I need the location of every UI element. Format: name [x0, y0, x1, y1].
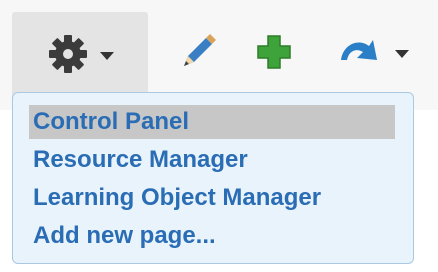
settings-dropdown-menu: Control Panel Resource Manager Learning … [12, 92, 414, 264]
chevron-down-icon [100, 52, 114, 60]
redo-dropdown-button[interactable] [322, 14, 422, 94]
settings-dropdown-button[interactable] [12, 12, 148, 100]
pencil-icon [176, 30, 220, 79]
menu-item-control-panel[interactable]: Control Panel [29, 105, 395, 139]
menu-item-resource-manager[interactable]: Resource Manager [33, 143, 248, 177]
chevron-down-icon [395, 50, 409, 58]
menu-item-learning-object-manager[interactable]: Learning Object Manager [33, 181, 321, 215]
add-button[interactable] [244, 14, 304, 94]
menu-item-add-new-page[interactable]: Add new page... [33, 219, 216, 253]
edit-button[interactable] [168, 14, 228, 94]
plus-icon [252, 30, 296, 79]
gear-icon [46, 32, 90, 81]
redo-arrow-icon [335, 30, 385, 79]
